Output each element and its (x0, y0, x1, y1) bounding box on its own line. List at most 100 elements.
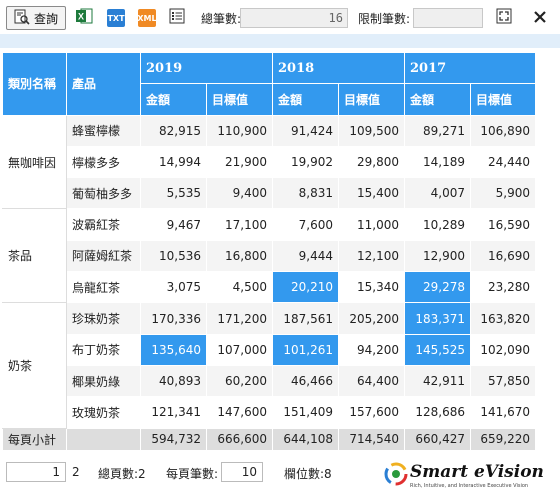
value-cell: 24,440 (470, 145, 536, 179)
product-cell: 檸檬多多 (66, 145, 141, 179)
product-cell: 烏龍紅茶 (66, 271, 141, 304)
value-cell: 7,600 (272, 208, 339, 241)
value-cell: 82,915 (140, 114, 207, 147)
value-cell: 8,831 (272, 177, 339, 210)
value-cell: 21,900 (206, 145, 273, 179)
export-txt-button[interactable]: TXT (106, 6, 126, 30)
value-cell: 106,890 (470, 114, 536, 147)
header-year-2019[interactable]: 2019 (140, 51, 273, 85)
highlighted-value-cell: 101,261 (272, 333, 339, 366)
header-target[interactable]: 目標值 (470, 83, 536, 116)
value-cell: 19,902 (272, 145, 339, 179)
limit-count-label: 限制筆數: (358, 12, 411, 26)
product-cell: 波霸紅茶 (66, 208, 141, 241)
value-cell: 5,535 (140, 177, 207, 210)
value-cell: 141,670 (470, 396, 536, 429)
value-cell: 89,271 (404, 114, 471, 147)
table-row: 檸檬多多 14,994 21,900 19,902 29,800 14,189 … (3, 145, 536, 179)
product-cell: 蜂蜜檸檬 (66, 114, 141, 147)
value-cell: 29,800 (338, 145, 405, 179)
value-cell: 64,400 (338, 364, 405, 398)
header-product[interactable]: 產品 (66, 52, 141, 116)
value-cell: 91,424 (272, 114, 339, 147)
value-cell: 4,007 (404, 177, 471, 210)
header-year-2018[interactable]: 2018 (272, 51, 405, 85)
field-count-label: 欄位數:8 (284, 467, 332, 481)
highlighted-value-cell: 145,525 (404, 333, 471, 366)
query-button[interactable]: 查詢 (6, 6, 66, 30)
value-cell: 102,090 (470, 333, 536, 366)
header-amount[interactable]: 金額 (140, 83, 207, 116)
value-cell: 205,200 (338, 302, 405, 335)
value-cell: 16,590 (470, 208, 536, 241)
value-cell: 10,289 (404, 208, 471, 241)
header-year-2017[interactable]: 2017 (404, 51, 536, 85)
product-cell: 阿薩姆紅茶 (66, 239, 141, 273)
value-cell: 4,500 (206, 271, 273, 304)
table-row: 布丁奶茶 135,640 107,000 101,261 94,200 145,… (3, 333, 536, 366)
value-cell: 12,100 (338, 239, 405, 273)
excel-icon: X (75, 7, 93, 29)
xml-icon-label: XML (137, 13, 157, 23)
fullscreen-button[interactable] (494, 6, 514, 30)
export-excel-button[interactable]: X (74, 6, 94, 30)
value-cell: 16,800 (206, 239, 273, 273)
txt-icon: TXT (107, 9, 125, 27)
subtotal-value: 594,732 (140, 427, 207, 451)
category-cell: 奶茶 (2, 302, 67, 429)
export-xml-button[interactable]: XML (137, 6, 157, 30)
total-pages-number: 2 (72, 465, 80, 479)
header-amount[interactable]: 金額 (404, 83, 471, 116)
subtotal-value: 666,600 (206, 427, 273, 451)
subtotal-row: 每頁小計 594,732 666,600 644,108 714,540 660… (2, 427, 536, 451)
page-size-input[interactable]: 10 (221, 462, 263, 482)
value-cell: 60,200 (206, 364, 273, 398)
value-cell: 9,444 (272, 239, 339, 273)
subtotal-label: 每頁小計 (2, 427, 67, 451)
page-size-label: 每頁筆數: (166, 467, 219, 481)
product-cell: 珍珠奶茶 (66, 302, 141, 335)
value-cell: 14,189 (404, 145, 471, 179)
list-icon (169, 8, 185, 28)
value-cell: 14,994 (140, 145, 207, 179)
table-row: 葡萄柚多多 5,535 9,400 8,831 15,400 4,007 5,9… (3, 177, 536, 210)
table-row: 無咖啡因 蜂蜜檸檬 82,915 110,900 91,424 109,500 … (2, 114, 536, 210)
highlighted-value-cell: 135,640 (140, 333, 207, 366)
header-amount[interactable]: 金額 (272, 83, 339, 116)
toolbar: 查詢 X TXT XML 總筆數: 16 限制筆數: (0, 0, 560, 34)
value-cell: 187,561 (272, 302, 339, 335)
total-count-label: 總筆數: (201, 12, 242, 26)
product-cell: 椰果奶綠 (66, 364, 141, 398)
list-view-button[interactable] (167, 6, 187, 30)
value-cell: 171,200 (206, 302, 273, 335)
table-row: 玫瑰奶茶 121,341 147,600 151,409 157,600 128… (3, 396, 536, 429)
close-button[interactable] (530, 6, 550, 30)
value-cell: 46,466 (272, 364, 339, 398)
smart-evision-logo: Smart eVision Rich, Intuitive, and Inter… (384, 462, 556, 492)
value-cell: 94,200 (338, 333, 405, 366)
highlighted-value-cell: 20,210 (272, 271, 339, 304)
header-target[interactable]: 目標值 (206, 83, 273, 116)
limit-count-field[interactable] (413, 8, 483, 28)
product-cell: 葡萄柚多多 (66, 177, 141, 210)
xml-icon: XML (137, 9, 157, 27)
header-band (0, 34, 560, 48)
value-cell: 9,467 (140, 208, 207, 241)
table-row: 椰果奶綠 40,893 60,200 46,466 64,400 42,911 … (3, 364, 536, 398)
value-cell: 107,000 (206, 333, 273, 366)
header-target[interactable]: 目標值 (338, 83, 405, 116)
subtotal-empty-cell (66, 427, 141, 451)
product-cell: 玫瑰奶茶 (66, 396, 141, 429)
txt-icon-label: TXT (107, 13, 125, 23)
value-cell: 23,280 (470, 271, 536, 304)
table-row: 阿薩姆紅茶 10,536 16,800 9,444 12,100 12,900 … (3, 239, 536, 273)
value-cell: 42,911 (404, 364, 471, 398)
header-category[interactable]: 類別名稱 (2, 52, 67, 116)
total-count-field: 16 (240, 8, 348, 28)
page-number-input[interactable]: 1 (6, 462, 66, 482)
value-cell: 10,536 (140, 239, 207, 273)
value-cell: 121,341 (140, 396, 207, 429)
close-icon (533, 9, 547, 28)
value-cell: 110,900 (206, 114, 273, 147)
value-cell: 15,400 (338, 177, 405, 210)
